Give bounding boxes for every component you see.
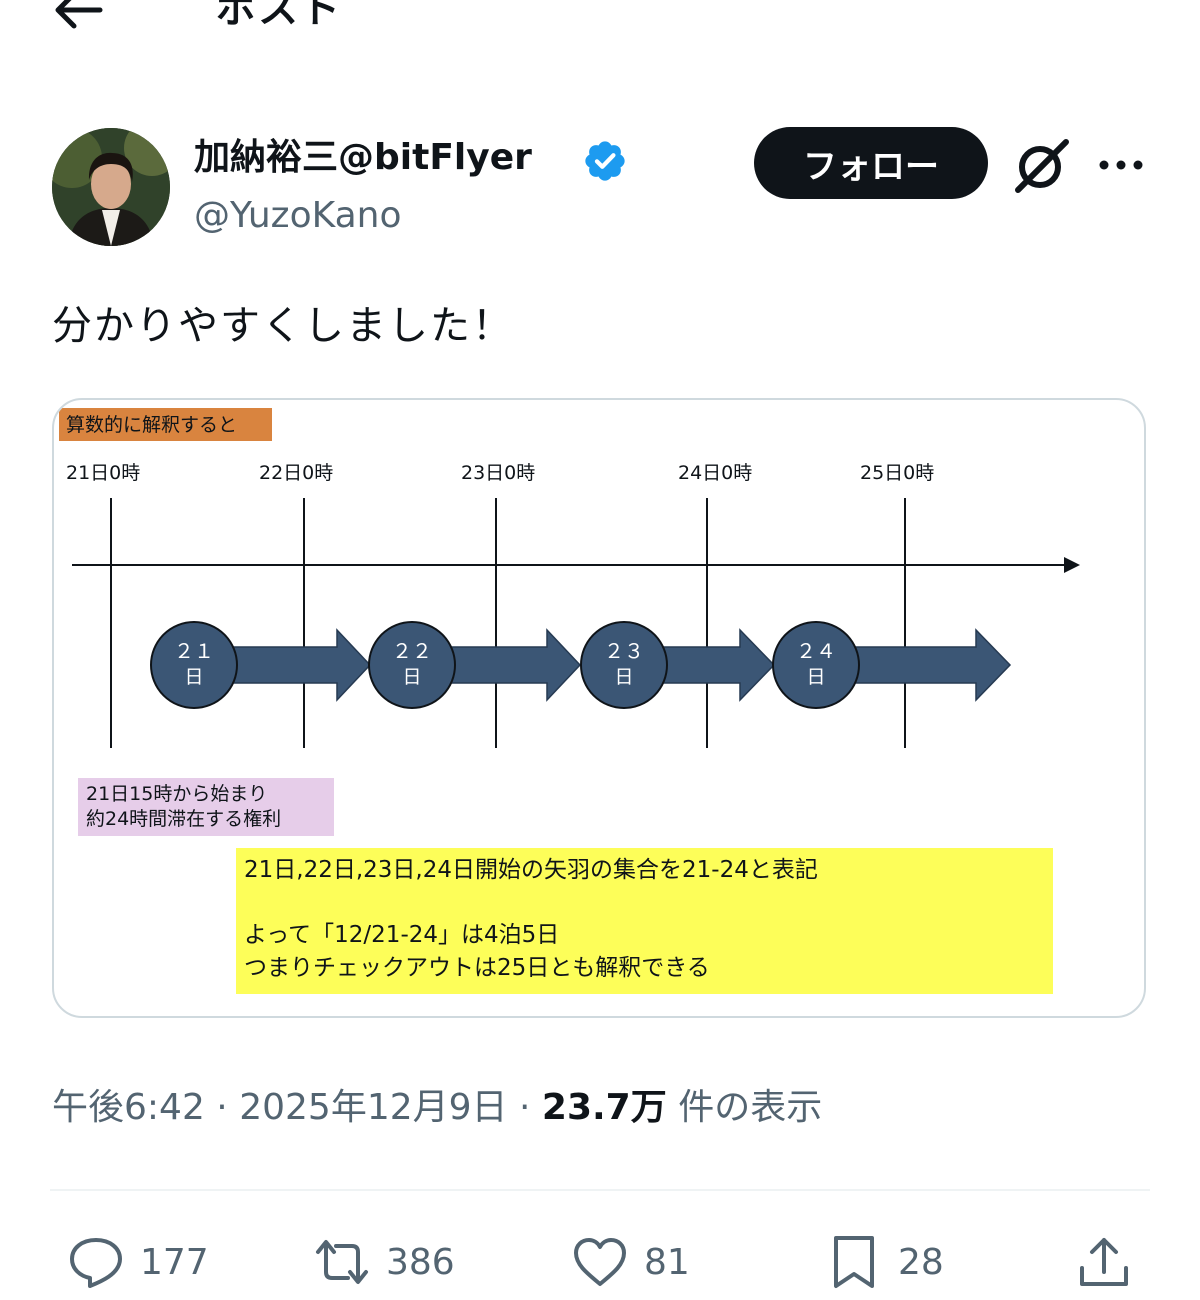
repost-icon: [316, 1240, 368, 1284]
like-count: 81: [644, 1241, 690, 1283]
note-pink-line: 約24時間滞在する権利: [86, 808, 281, 830]
post-date[interactable]: 2025年12月9日: [239, 1087, 507, 1128]
note-yellow-line: よって「12/21-24」は4泊5日: [244, 922, 559, 948]
day-label: 25日0時: [860, 462, 934, 484]
views-count: 23.7万: [541, 1087, 667, 1128]
day-circle-unit: 日: [402, 666, 421, 688]
day-circle-number: ２３: [604, 639, 644, 663]
day-label: 23日0時: [461, 462, 535, 484]
post-text: 分かりやすくしました！: [52, 303, 514, 349]
repost-button[interactable]: 386: [312, 1228, 455, 1296]
arrow-left-icon: [55, 0, 103, 29]
bookmark-icon: [834, 1236, 874, 1288]
more-options-button[interactable]: [1094, 140, 1148, 190]
bookmark-button[interactable]: 28: [824, 1228, 944, 1296]
page-title: ポスト: [216, 0, 342, 32]
day-label: 21日0時: [66, 462, 140, 484]
day-circle: [368, 621, 456, 709]
divider: [50, 1189, 1150, 1191]
day-circle: [580, 621, 668, 709]
verified-badge-icon: [580, 138, 630, 184]
day-circle: [772, 621, 860, 709]
back-button[interactable]: [48, 0, 108, 38]
day-label: 22日0時: [259, 462, 333, 484]
bookmark-count: 28: [898, 1241, 944, 1283]
post-meta: 午後6:42 · 2025年12月9日 · 23.7万 件の表示: [52, 1080, 822, 1136]
share-icon: [1080, 1238, 1128, 1286]
grok-icon: [1015, 139, 1069, 193]
day-label: 24日0時: [678, 462, 752, 484]
user-handle[interactable]: @YuzoKano: [194, 192, 401, 240]
day-circle-unit: 日: [614, 666, 633, 688]
like-button[interactable]: 81: [570, 1228, 690, 1296]
meta-separator: ·: [519, 1087, 531, 1128]
day-circle-unit: 日: [184, 666, 203, 688]
note-pink-line: 21日15時から始まり: [86, 783, 267, 805]
day-circle-number: ２１: [174, 639, 214, 663]
reply-icon: [70, 1238, 122, 1288]
timeline-diagram: 算数的に解釈すると 21日0時 22日0時 23日0時 24日0時 25日0時 …: [59, 408, 1080, 994]
post-time[interactable]: 午後6:42: [52, 1087, 205, 1128]
note-yellow-line: つまりチェックアウトは25日とも解釈できる: [244, 955, 710, 981]
grok-button[interactable]: [1010, 134, 1072, 196]
repost-count: 386: [386, 1241, 455, 1283]
more-horizontal-icon: [1099, 160, 1143, 170]
day-circle: [150, 621, 238, 709]
avatar-image: [52, 128, 170, 246]
day-circle-number: ２４: [796, 639, 836, 663]
meta-separator: ·: [216, 1087, 228, 1128]
post-image[interactable]: 算数的に解釈すると 21日0時 22日0時 23日0時 24日0時 25日0時 …: [52, 398, 1146, 1018]
day-circle-number: ２２: [392, 639, 432, 663]
note-yellow-line: 21日,22日,23日,24日開始の矢羽の集合を21-24と表記: [244, 857, 818, 883]
share-button[interactable]: [1074, 1228, 1134, 1296]
views-label: 件の表示: [678, 1087, 823, 1128]
reply-count: 177: [140, 1241, 209, 1283]
stay-arrow: [833, 628, 1012, 702]
day-circle-unit: 日: [806, 666, 825, 688]
follow-button[interactable]: フォロー: [754, 127, 988, 199]
heart-icon: [574, 1238, 626, 1286]
diagram-header-label: 算数的に解釈すると: [66, 414, 237, 436]
reply-button[interactable]: 177: [66, 1228, 209, 1296]
avatar[interactable]: [52, 128, 170, 246]
display-name[interactable]: 加納裕三@bitFlyer: [194, 134, 532, 182]
